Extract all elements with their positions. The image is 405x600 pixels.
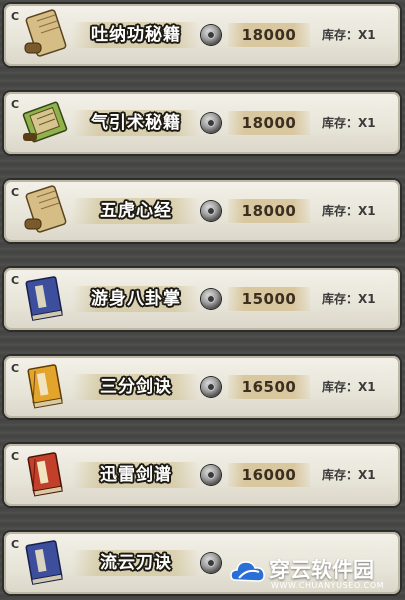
- item-price: 18000: [228, 23, 310, 47]
- shop-item-row[interactable]: C 游身八卦掌 15000 库存：X1: [4, 268, 400, 330]
- item-price: 18000: [228, 199, 310, 223]
- item-name: 游身八卦掌: [72, 286, 200, 312]
- silver-coin-icon: [201, 377, 221, 397]
- item-name: 五虎心经: [72, 198, 200, 224]
- item-name: 气引术秘籍: [72, 110, 200, 136]
- site-watermark: 穿云软件园 WWW.CHUANYUSEO.COM: [225, 548, 403, 596]
- item-stock: 库存：X1: [322, 380, 376, 394]
- item-name: 吐纳功秘籍: [72, 22, 200, 48]
- shop-item-row[interactable]: C 气引术秘籍 18000 库存：X1: [4, 92, 400, 154]
- silver-coin-icon: [201, 553, 221, 573]
- scroll-icon: [24, 9, 67, 57]
- blue-book-icon: [25, 540, 63, 585]
- red-book-icon: [27, 452, 63, 497]
- item-name: 流云刀诀: [72, 550, 200, 576]
- shop-item-row[interactable]: C 三分剑诀 16500 库存：X1: [4, 356, 400, 418]
- item-name: 三分剑诀: [72, 374, 200, 400]
- item-stock: 库存：X1: [322, 292, 376, 306]
- shop-item-row[interactable]: C 五虎心经 18000 库存：X1: [4, 180, 400, 242]
- item-stock: 库存：X1: [322, 204, 376, 218]
- watermark-title: 穿云软件园: [269, 558, 374, 582]
- item-price: 18000: [228, 111, 310, 135]
- blue-book-icon: [25, 276, 63, 321]
- item-price: 16500: [228, 375, 310, 399]
- item-name: 迅雷剑谱: [72, 462, 200, 488]
- silver-coin-icon: [201, 25, 221, 45]
- green-manual-icon: [22, 101, 68, 143]
- silver-coin-icon: [201, 201, 221, 221]
- shop-item-row[interactable]: C 迅雷剑谱 16000 库存：X1: [4, 444, 400, 506]
- item-price: 15000: [228, 287, 310, 311]
- yellow-book-icon: [27, 364, 63, 409]
- item-stock: 库存：X1: [322, 28, 376, 42]
- scroll-icon: [24, 185, 67, 233]
- silver-coin-icon: [201, 465, 221, 485]
- cloud-logo-icon: [230, 561, 265, 582]
- shop-item-list: C 吐纳功秘籍 18000 库存：X1 C 气引术秘籍 18000 库存：X1 …: [0, 0, 405, 600]
- shop-item-row[interactable]: C 吐纳功秘籍 18000 库存：X1: [4, 4, 400, 66]
- silver-coin-icon: [201, 113, 221, 133]
- item-price: 16000: [228, 463, 310, 487]
- item-stock: 库存：X1: [322, 116, 376, 130]
- watermark-url: WWW.CHUANYUSEO.COM: [271, 581, 385, 590]
- item-stock: 库存：X1: [322, 468, 376, 482]
- silver-coin-icon: [201, 289, 221, 309]
